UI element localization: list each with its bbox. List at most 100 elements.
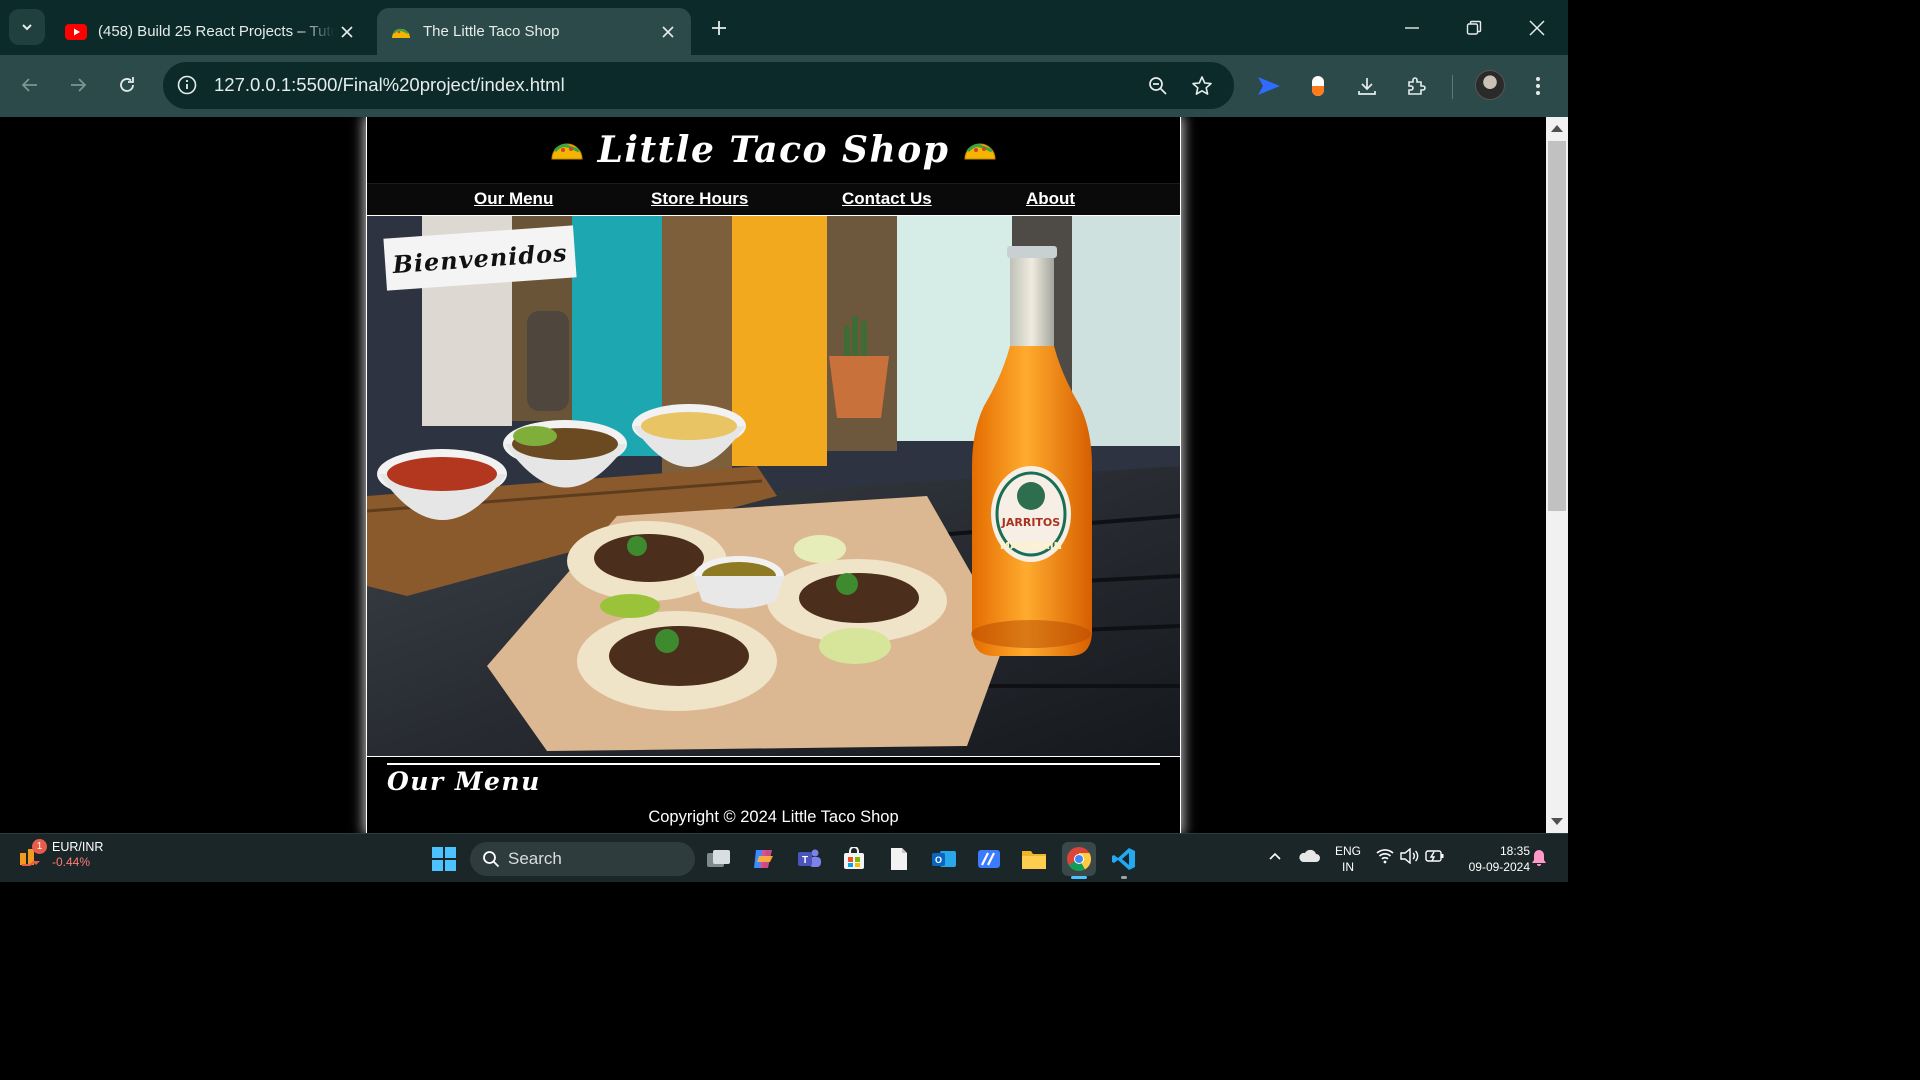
notifications-button[interactable] [1531, 849, 1547, 867]
battery-charging-icon [1425, 850, 1444, 862]
input-language[interactable]: ENG IN [1333, 843, 1363, 875]
browser-tab-bar: (458) Build 25 React Projects – Tuto The… [0, 0, 1568, 55]
onedrive-button[interactable] [1298, 849, 1320, 863]
extension-button[interactable] [1254, 71, 1284, 101]
nav-link-our-menu[interactable]: Our Menu [474, 189, 553, 209]
bookmark-button[interactable] [1189, 73, 1215, 99]
scrollbar-thumb[interactable] [1548, 141, 1566, 511]
chevron-down-icon [22, 24, 32, 31]
currency-chart-icon: 1 [18, 839, 47, 869]
nav-link-store-hours[interactable]: Store Hours [651, 189, 748, 209]
scroll-up-arrow[interactable] [1551, 125, 1563, 132]
puzzle-icon [1408, 77, 1426, 95]
nav-link-about[interactable]: About [1026, 189, 1075, 209]
svg-text:O: O [935, 855, 942, 865]
copilot-button[interactable] [747, 842, 781, 876]
region-code: IN [1342, 860, 1354, 874]
language-code: ENG [1334, 844, 1361, 858]
start-button[interactable] [427, 842, 461, 876]
open-app-indicator [1121, 876, 1127, 879]
zoom-button[interactable] [1145, 73, 1171, 99]
arrow-left-icon [21, 78, 37, 92]
chrome-icon [1067, 847, 1092, 872]
plus-icon [712, 21, 726, 35]
store-icon [844, 847, 864, 869]
volume-button[interactable] [1400, 848, 1420, 864]
nav-link-contact-us[interactable]: Contact Us [842, 189, 932, 209]
close-icon [662, 25, 674, 38]
address-bar[interactable]: 127.0.0.1:5500/Final%20project/index.htm… [163, 62, 1234, 109]
search-icon [483, 851, 500, 868]
close-icon [341, 25, 353, 38]
minimize-button[interactable] [1389, 10, 1435, 46]
currency-widget[interactable]: 1 EUR/INR -0.44% [18, 839, 103, 870]
footer-copyright: Copyright © 2024 Little Taco Shop [648, 808, 899, 826]
task-view-icon [707, 850, 730, 867]
page-scrollbar[interactable] [1546, 117, 1568, 833]
star-icon [1192, 76, 1212, 95]
vscode-button[interactable] [1107, 842, 1141, 876]
info-icon [177, 75, 197, 95]
notepad-button[interactable] [882, 842, 916, 876]
extensions-menu-button[interactable] [1401, 71, 1431, 101]
browser-menu-button[interactable] [1523, 71, 1553, 101]
tab-title: The Little Taco Shop [423, 23, 560, 40]
bell-icon [1532, 850, 1546, 866]
outlook-button[interactable]: O [927, 842, 961, 876]
system-clock[interactable]: 18:35 09-09-2024 [1452, 843, 1530, 875]
profile-avatar[interactable] [1475, 70, 1505, 100]
extension-button[interactable] [1303, 71, 1333, 101]
bottle-flavor-label: MANDARIN [1000, 541, 1062, 552]
youtube-icon [65, 23, 87, 40]
taco-icon [551, 143, 583, 160]
wifi-icon [1376, 849, 1394, 864]
close-icon [1529, 20, 1545, 36]
vscode-icon [1112, 848, 1135, 870]
tacos-and-drink-photo: JARRITOS MANDARIN [367, 216, 1180, 756]
reload-icon [120, 77, 134, 92]
reload-button[interactable] [109, 67, 145, 103]
close-tab-button[interactable] [656, 20, 680, 44]
clock-time: 18:35 [1499, 844, 1530, 858]
minimize-icon [1405, 27, 1419, 29]
store-button[interactable] [837, 842, 871, 876]
battery-button[interactable] [1425, 848, 1445, 864]
copilot-icon [754, 850, 773, 868]
outlook-icon: O [932, 851, 956, 867]
network-button[interactable] [1376, 848, 1394, 864]
tab-youtube[interactable]: (458) Build 25 React Projects – Tuto [52, 8, 370, 55]
site-container: Little Taco Shop Our Menu Store Hours Co… [366, 117, 1181, 833]
zoom-out-icon [1149, 77, 1167, 95]
notification-badge: 1 [32, 839, 47, 854]
close-tab-button[interactable] [335, 20, 359, 44]
chrome-button[interactable] [1062, 842, 1096, 876]
downloads-button[interactable] [1352, 71, 1382, 101]
toolbar-separator [1452, 75, 1453, 99]
show-hidden-icons-button[interactable] [1268, 849, 1282, 863]
bottle-brand-label: JARRITOS [1001, 516, 1060, 529]
new-tab-button[interactable] [704, 14, 734, 42]
tab-search-button[interactable] [9, 9, 45, 45]
chevron-up-icon [1269, 852, 1281, 860]
restore-button[interactable] [1451, 10, 1497, 46]
teams-button[interactable]: T [792, 842, 826, 876]
back-button[interactable] [12, 67, 48, 103]
url-text[interactable]: 127.0.0.1:5500/Final%20project/index.htm… [214, 74, 565, 96]
site-info-button[interactable] [173, 71, 201, 99]
scroll-down-arrow[interactable] [1551, 818, 1563, 825]
section-divider [387, 763, 1160, 765]
folder-icon [1022, 851, 1046, 869]
hero-image: JARRITOS MANDARIN Bienvenidos [367, 215, 1180, 757]
taskbar-search[interactable]: Search [470, 842, 695, 876]
close-window-button[interactable] [1514, 10, 1560, 46]
forward-button[interactable] [60, 67, 96, 103]
browser-toolbar: 127.0.0.1:5500/Final%20project/index.htm… [0, 55, 1568, 117]
file-explorer-button[interactable] [1017, 842, 1051, 876]
widget-value: -0.44% [52, 855, 91, 869]
teams-icon: T [798, 849, 821, 867]
edit-app-button[interactable] [972, 842, 1006, 876]
task-view-button[interactable] [702, 842, 736, 876]
site-title: Little Taco Shop [597, 129, 950, 171]
edit-app-icon [978, 850, 1000, 868]
tab-little-taco-shop[interactable]: The Little Taco Shop [377, 8, 691, 55]
